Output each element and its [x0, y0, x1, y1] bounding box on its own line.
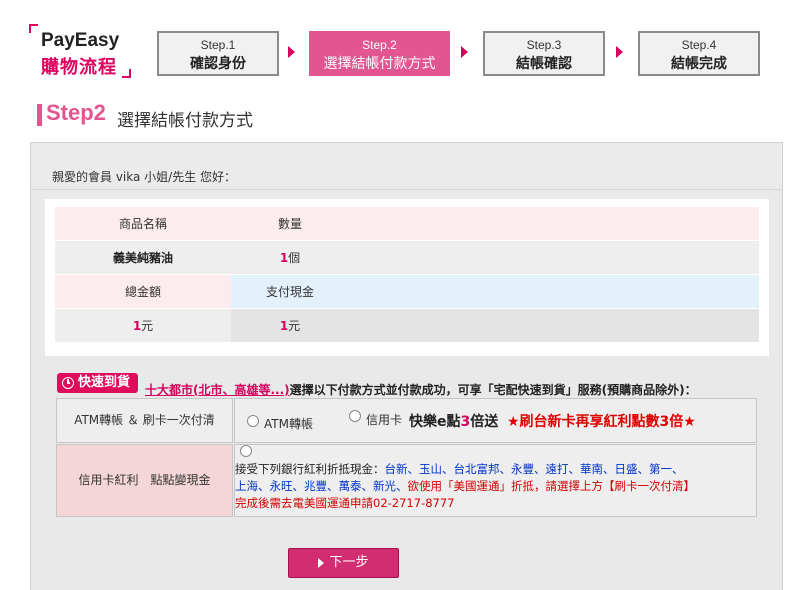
total-value: 1 [132, 319, 142, 333]
amex-note: 欲使用「美國運通」折抵，請選擇上方【刷卡一次付清】 [407, 479, 696, 493]
payment-row-1-label: ATM轉帳 ＆ 刷卡一次付清 [56, 398, 233, 443]
bank-line-2: 上海、永旺、兆豐、萬泰、新光、欲使用「美國運通」折抵，請選擇上方【刷卡一次付清】 [235, 478, 758, 495]
checkout-panel: 親愛的會員 vika 小姐/先生 您好： 商品名稱 數量 義美純豬油 1個 總金… [30, 142, 783, 590]
step-2-number: Step.2 [362, 38, 397, 52]
card-bonus-description: 接受下列銀行紅利折抵現金：台新、玉山、台北富邦、永豐、遠打、華南、日盛、第一、 … [235, 461, 758, 512]
product-header: 商品名稱 [55, 207, 231, 241]
section-title: 選擇結帳付款方式 [117, 111, 253, 131]
credit-card-radio[interactable] [349, 410, 361, 422]
total-label: 總金額 [55, 275, 231, 309]
ten-cities-link[interactable]: 十大都市(北市、高雄等...) [145, 383, 290, 397]
happy-num: 3 [460, 414, 471, 430]
empty-cell [349, 275, 759, 309]
step-arrow-icon [288, 46, 295, 58]
qty-header: 數量 [231, 207, 349, 241]
happy-pre: 快樂e點 [409, 414, 461, 430]
step-4-label: 結帳完成 [671, 56, 727, 72]
table-row: 1元 1元 [55, 309, 759, 343]
card-intro: 接受下列銀行紅利折抵現金： [235, 462, 385, 476]
next-step-button[interactable]: 下一步 [288, 548, 399, 578]
cash-value: 1 [279, 319, 289, 333]
payment-row-1-options: ATM轉帳 信用卡 快樂e點3倍送 ★刷台新卡再享紅利點數3倍★ [234, 398, 757, 443]
total-unit: 元 [141, 319, 154, 333]
step-1: Step.1 確認身份 [157, 31, 279, 76]
step-4: Step.4 結帳完成 [638, 31, 760, 76]
step-3-number: Step.3 [526, 38, 562, 52]
section-accent-bar [37, 104, 42, 126]
empty-cell [349, 241, 759, 275]
order-table: 商品名稱 數量 義美純豬油 1個 總金額 支付現金 1元 1元 [55, 207, 759, 343]
step-3-label: 結帳確認 [516, 56, 572, 72]
payment-options: ATM轉帳 ＆ 刷卡一次付清 ATM轉帳 信用卡 快樂e點3倍送 ★刷台新卡再享… [56, 398, 757, 517]
step-arrow-icon [616, 46, 623, 58]
logo-corner-bottom-right [122, 69, 131, 78]
step-1-number: Step.1 [200, 38, 236, 52]
step-1-label: 確認身份 [190, 56, 246, 72]
total-cell: 1元 [55, 309, 231, 343]
table-row: 商品名稱 數量 [55, 207, 759, 241]
bank-line-1: 接受下列銀行紅利折抵現金：台新、玉山、台北富邦、永豐、遠打、華南、日盛、第一、 [235, 461, 758, 478]
panel-header: 親愛的會員 vika 小姐/先生 您好： [31, 143, 782, 190]
express-notice: 十大都市(北市、高雄等...)選擇以下付款方式並付款成功，可享「宅配快速到貨」服… [145, 381, 697, 398]
product-name: 義美純豬油 [55, 241, 231, 275]
clock-icon [62, 377, 74, 389]
badge-label: 快速到貨 [78, 375, 131, 390]
payment-row-2-options: 接受下列銀行紅利折抵現金：台新、玉山、台北富邦、永豐、遠打、華南、日盛、第一、 … [234, 444, 757, 517]
amex-phone: 完成後需去電美國運通申請02-2717-8777 [235, 496, 455, 510]
play-arrow-icon [318, 557, 325, 568]
express-text: 選擇以下付款方式並付款成功，可享「宅配快速到貨」服務(預購商品除外)： [289, 383, 697, 397]
atm-radio[interactable] [247, 415, 259, 427]
next-button-label: 下一步 [329, 555, 369, 570]
member-greeting: 親愛的會員 vika 小姐/先生 您好： [52, 170, 237, 184]
banks-line-2: 上海、永旺、兆豐、萬泰、新光、 [235, 479, 408, 493]
table-row: 總金額 支付現金 [55, 275, 759, 309]
card-bonus-radio[interactable] [240, 445, 252, 457]
cash-cell: 1元 [231, 309, 349, 343]
empty-cell [349, 207, 759, 241]
cash-label: 支付現金 [231, 275, 349, 309]
express-delivery-badge: 快速到貨 [57, 373, 138, 393]
logo-brand: PayEasy [41, 30, 120, 51]
taishin-promo: ★刷台新卡再享紅利點數3倍★ [507, 414, 696, 430]
logo-corner-top-left [29, 24, 38, 33]
qty-unit: 個 [288, 251, 301, 265]
step-2-active: Step.2 選擇結帳付款方式 [309, 31, 450, 76]
logo-subtitle: 購物流程 [41, 57, 117, 78]
payeasy-logo: PayEasy 購物流程 [29, 24, 131, 78]
step-2-label: 選擇結帳付款方式 [323, 56, 436, 72]
step-arrow-icon [461, 46, 468, 58]
section-step: Step2 [46, 100, 106, 125]
happy-post: 倍送 [470, 414, 499, 430]
banks-line-1: 台新、玉山、台北富邦、永豐、遠打、華南、日盛、第一、 [384, 462, 684, 476]
atm-label[interactable]: ATM轉帳 [264, 415, 313, 432]
qty-cell: 1個 [231, 241, 349, 275]
happy-points-promo: 快樂e點3倍送 [409, 411, 498, 431]
empty-cell [349, 309, 759, 343]
credit-card-label[interactable]: 信用卡 [366, 411, 402, 428]
table-row: 義美純豬油 1個 [55, 241, 759, 275]
order-summary: 商品名稱 數量 義美純豬油 1個 總金額 支付現金 1元 1元 [45, 199, 769, 356]
step-3: Step.3 結帳確認 [483, 31, 605, 76]
cash-unit: 元 [288, 319, 301, 333]
step-4-number: Step.4 [681, 38, 717, 52]
payment-row-2-label: 信用卡紅利 點點變現金 [56, 444, 233, 517]
qty-value: 1 [279, 251, 289, 265]
